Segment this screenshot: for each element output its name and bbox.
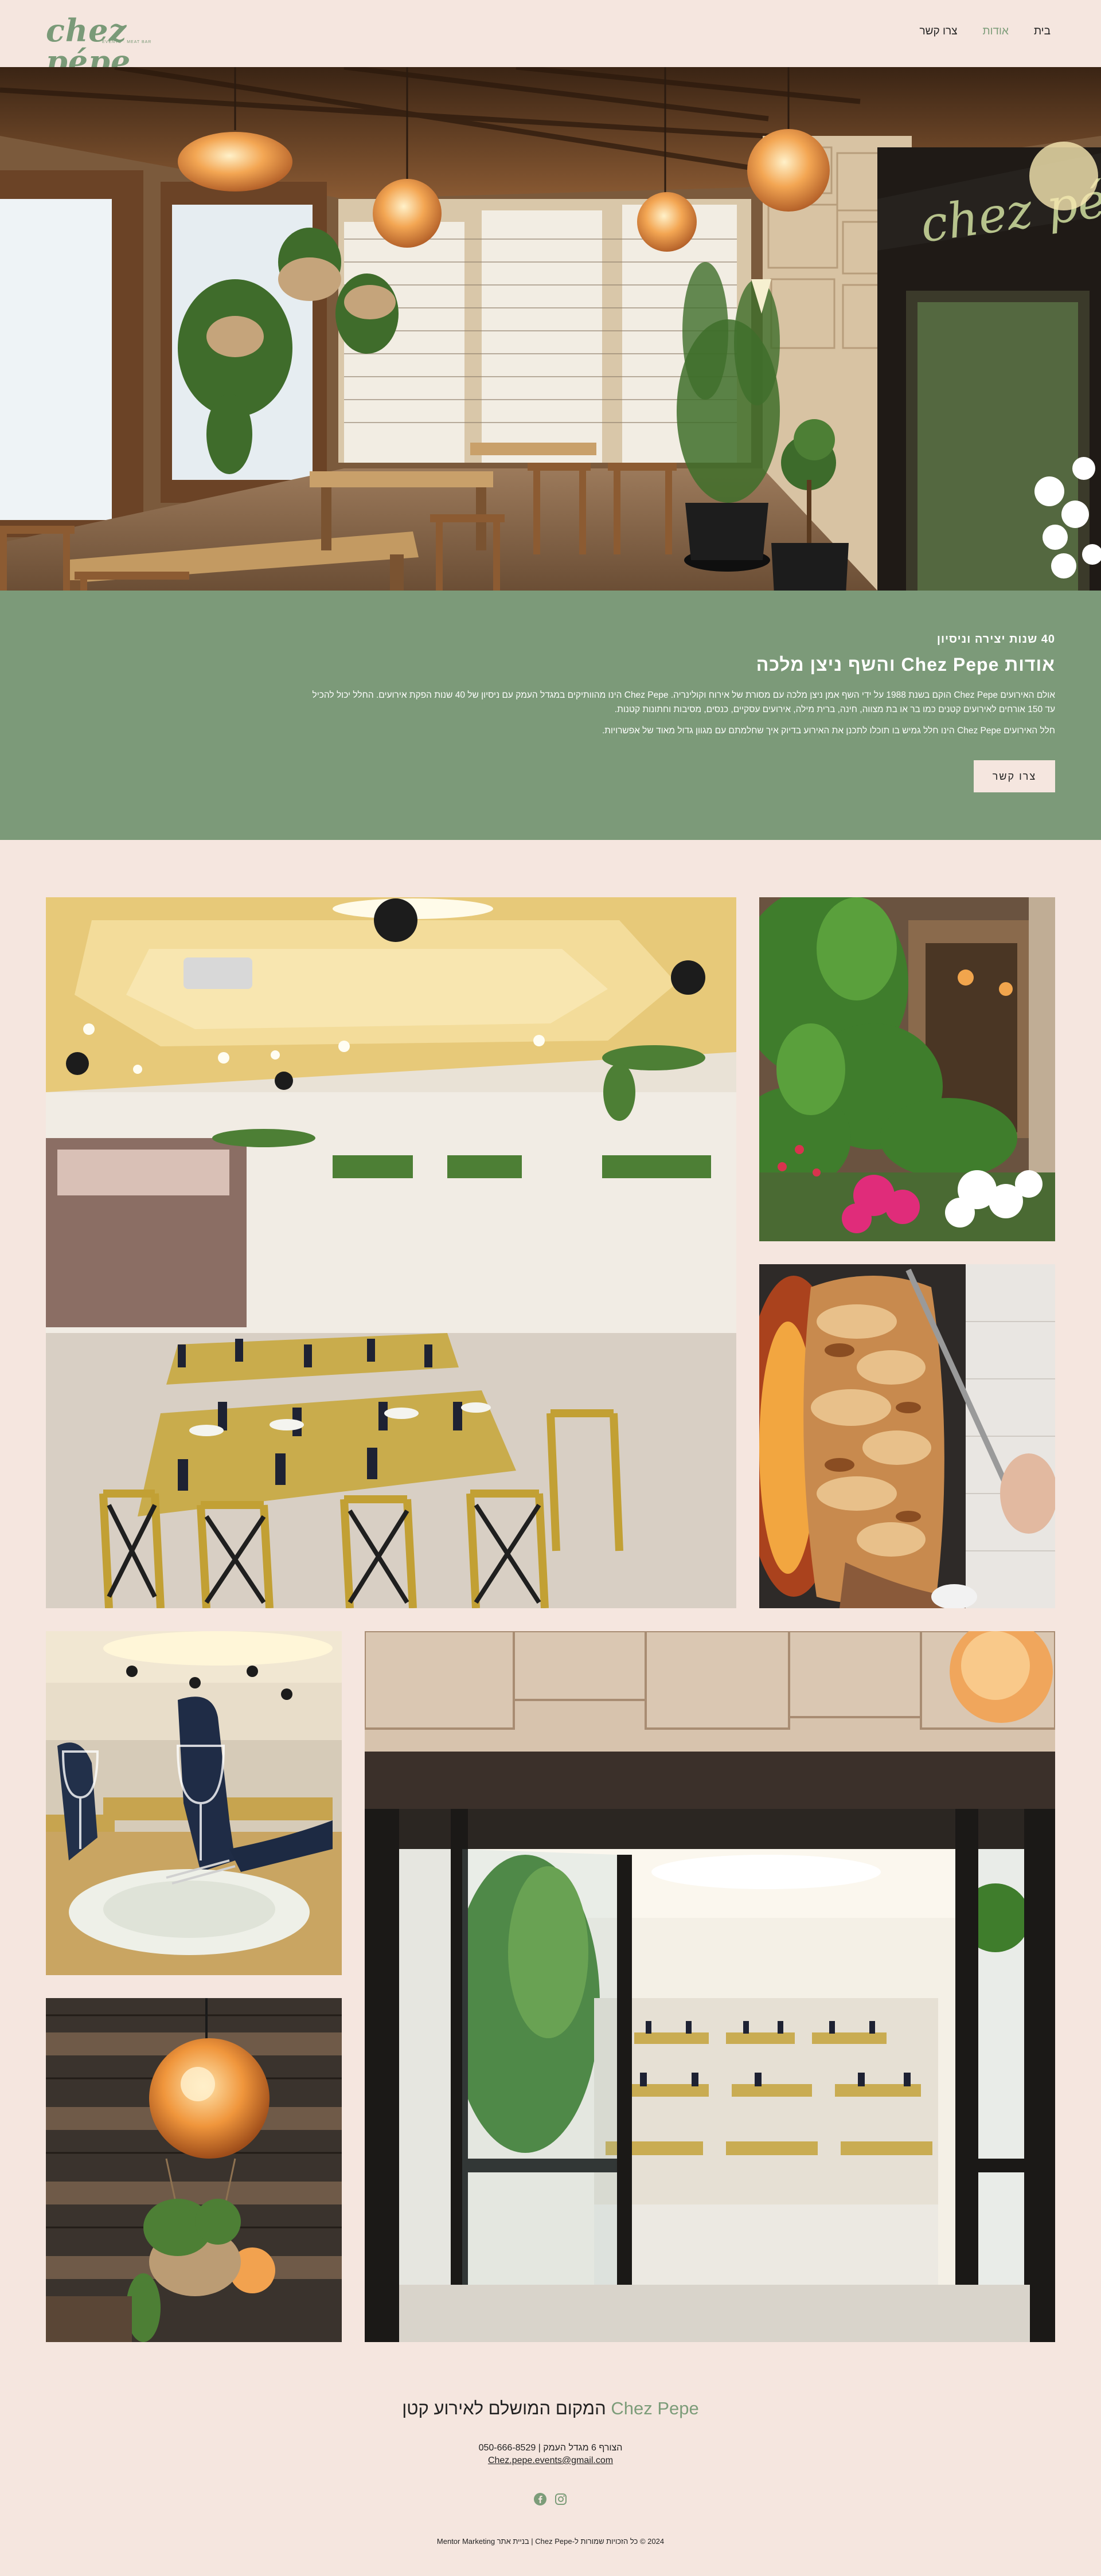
gallery-image-table-setting[interactable]: [46, 1631, 342, 1975]
instagram-icon[interactable]: [554, 2492, 568, 2506]
footer-address: הצורף 6 מגדל העמק | 050-666-8529: [478, 2443, 623, 2453]
hall-entrance-photo: [365, 1631, 1055, 2342]
table-setting-photo: [46, 1631, 342, 1975]
gallery-image-hall-entrance[interactable]: [365, 1631, 1055, 2342]
site-logo[interactable]: chez pépe EVENTS · MEAT BAR: [46, 15, 175, 77]
gallery-image-pendant-lamp[interactable]: [46, 1998, 342, 2342]
main-nav: בית אודות צרו קשר: [920, 25, 1051, 38]
facebook-icon[interactable]: [533, 2492, 547, 2506]
garden-entrance-photo: [759, 897, 1055, 1241]
gallery-image-shawarma[interactable]: [759, 1264, 1055, 1608]
about-section: 40 שנות יצירה וניסיון אודות Chez Pepe וה…: [0, 591, 1101, 840]
shawarma-photo: [759, 1264, 1055, 1608]
photo-gallery: [0, 840, 1101, 2394]
gallery-image-garden[interactable]: [759, 897, 1055, 1241]
event-hall-photo: [46, 897, 736, 1608]
nav-about[interactable]: אודות: [982, 25, 1008, 38]
hero-image: chez pépe: [0, 67, 1101, 591]
footer-copyright: 2024 © כל הזכויות שמורות ל-Chez Pepe | ב…: [436, 2537, 665, 2546]
site-header: chez pépe EVENTS · MEAT BAR בית אודות צר…: [0, 0, 1101, 77]
contact-button[interactable]: צרו קשר: [974, 760, 1055, 792]
restaurant-interior-photo: chez pépe: [0, 67, 1101, 591]
about-kicker: 40 שנות יצירה וניסיון: [936, 633, 1055, 646]
about-content: 40 שנות יצירה וניסיון אודות Chez Pepe וה…: [310, 633, 1055, 738]
footer-email-link[interactable]: Chez.pepe.events@gmail.com: [0, 2456, 1101, 2466]
footer-brand: Chez Pepe: [611, 2398, 699, 2418]
nav-home[interactable]: בית: [1034, 25, 1051, 38]
footer-title: Chez Pepe המקום המושלם לאירוע קטן: [0, 2398, 1101, 2419]
footer-title-text: המקום המושלם לאירוע קטן: [402, 2398, 606, 2418]
about-title: אודות Chez Pepe והשף ניצן מלכה: [756, 654, 1055, 675]
about-paragraph-2: חלל האירועים Chez Pepe הינו חלל גמיש בו …: [602, 726, 1055, 736]
about-paragraph-1: אולם האירועים Chez Pepe הוקם בשנת 1988 ע…: [312, 690, 1055, 714]
nav-contact[interactable]: צרו קשר: [920, 25, 958, 38]
site-footer: Chez Pepe המקום המושלם לאירוע קטן הצורף …: [0, 2394, 1101, 2576]
gallery-image-event-hall[interactable]: [46, 897, 736, 1608]
logo-tagline: EVENTS · MEAT BAR: [102, 40, 152, 44]
pendant-lamp-photo: [46, 1998, 342, 2342]
social-links: [0, 2492, 1101, 2506]
